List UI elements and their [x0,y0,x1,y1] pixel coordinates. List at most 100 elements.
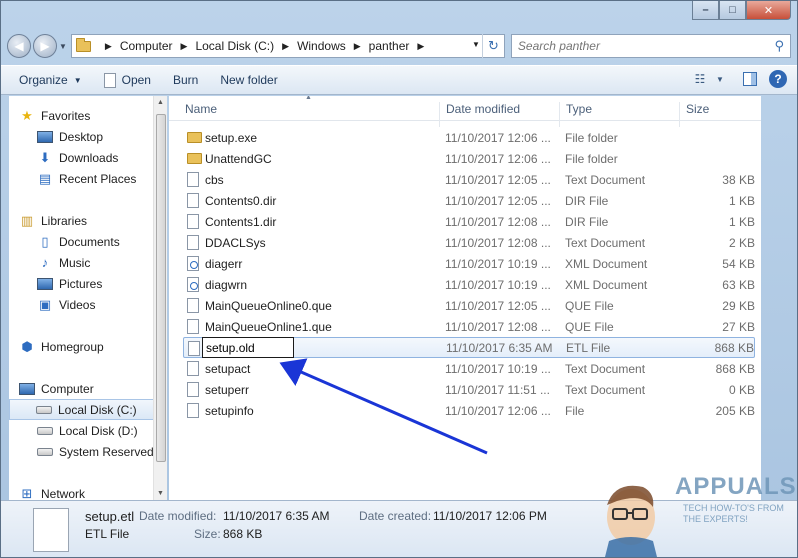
file-row[interactable]: UnattendGC 11/10/2017 12:06 ... File folde… [183,148,755,169]
file-date-modified: 11/10/2017 11:51 ... [445,382,550,397]
file-icon [187,214,199,229]
file-date-modified: 11/10/2017 12:05 ... [445,298,551,313]
file-row[interactable]: Contents0.dir 11/10/2017 12:05 ... DIR Fil… [183,190,755,211]
breadcrumb-computer[interactable]: Computer ▶ [120,39,188,53]
file-row[interactable]: setuperr 11/10/2017 11:51 ... Text Documen… [183,379,755,400]
nav-homegroup[interactable]: ⬢ Homegroup [19,336,103,357]
file-size: 38 KB [722,172,755,187]
file-date-modified: 11/10/2017 6:35 AM [446,340,553,355]
column-size[interactable]: Size [686,102,709,116]
maximize-button[interactable]: □ [719,1,746,20]
file-icon [187,235,199,250]
back-button[interactable]: ◀ [7,34,31,58]
nav-desktop[interactable]: Desktop [37,126,103,147]
file-date-modified: 11/10/2017 12:08 ... [445,235,551,250]
recent-places-icon: ▤ [38,170,52,186]
nav-recent-places[interactable]: ▤ Recent Places [37,168,137,189]
nav-pictures[interactable]: Pictures [37,273,102,294]
file-date-modified: 11/10/2017 10:19 ... [445,256,551,271]
nav-local-disk-c[interactable]: Local Disk (C:) [9,399,155,420]
breadcrumb-panther[interactable]: panther ▶ [369,39,425,53]
file-name: diagwrn [205,277,248,292]
nav-favorites[interactable]: ★ Favorites [19,105,90,126]
address-dropdown-icon[interactable]: ▼ [472,40,480,49]
file-name: setuperr [205,382,250,397]
file-icon [187,319,199,334]
file-row[interactable]: MainQueueOnline1.que 11/10/2017 12:08 ...… [183,316,755,337]
column-date-modified[interactable]: Date modified [446,102,520,116]
file-row[interactable]: setupinfo 11/10/2017 12:06 ... File 205 KB [183,400,755,421]
address-bar[interactable]: ▶ Computer ▶ Local Disk (C:) ▶ Windows ▶ pa… [70,34,505,58]
file-size: 27 KB [722,319,755,334]
file-row[interactable]: setup.exe 11/10/2017 12:06 ... File folder [183,127,755,148]
recent-pages-dropdown[interactable]: ▼ [59,42,67,51]
scroll-thumb[interactable] [156,114,166,462]
xml-file-icon [187,277,199,292]
organize-button[interactable]: Organize ▼ [19,73,82,87]
open-button[interactable]: Open [103,72,151,88]
help-icon[interactable]: ? [769,70,787,88]
nav-downloads[interactable]: ⬇ Downloads [37,147,119,168]
file-row[interactable]: setup.old 11/10/2017 6:35 AM ETL File 868 K… [183,337,755,358]
column-divider[interactable] [439,102,440,127]
file-size: 1 KB [728,193,755,208]
nav-local-disk-d[interactable]: Local Disk (D:) [37,420,138,441]
file-icon [187,361,199,376]
nav-libraries[interactable]: ▥ Libraries [19,210,87,231]
scroll-up-icon[interactable]: ▲ [157,99,164,106]
libraries-icon: ▥ [20,212,34,228]
file-type: File folder [565,151,618,166]
file-date-modified: 11/10/2017 12:05 ... [445,172,551,187]
file-size: 29 KB [722,298,755,313]
details-date-modified-label: Date modified: [139,509,217,523]
chevron-down-icon: ▼ [73,75,82,85]
file-date-modified: 11/10/2017 12:08 ... [445,214,551,229]
file-date-modified: 11/10/2017 10:19 ... [445,361,551,376]
breadcrumb-separator-root[interactable]: ▶ [97,41,112,52]
file-row[interactable]: cbs 11/10/2017 12:05 ... Text Document 38 K… [183,169,755,190]
videos-icon: ▣ [38,296,52,312]
burn-button[interactable]: Burn [173,73,198,87]
breadcrumb-local-disk-c[interactable]: Local Disk (C:) ▶ [195,39,289,53]
file-row[interactable]: setupact 11/10/2017 10:19 ... Text Documen… [183,358,755,379]
file-icon [187,298,199,313]
column-name[interactable]: Name [185,102,217,116]
file-type: DIR File [565,193,609,208]
column-type[interactable]: Type [566,102,592,116]
new-folder-button[interactable]: New folder [220,73,277,87]
navigation-pane: ★ Favorites Desktop ⬇ Downloads ▤ Recent Pl… [9,96,167,500]
file-row[interactable]: Contents1.dir 11/10/2017 12:08 ... DIR Fil… [183,211,755,232]
change-view-icon[interactable]: ☷ [691,70,709,88]
downloads-icon: ⬇ [39,149,51,165]
file-row[interactable]: MainQueueOnline0.que 11/10/2017 12:05 ...… [183,295,755,316]
drive-icon [37,426,53,435]
file-row[interactable]: DDACLSys 11/10/2017 12:08 ... Text Documen… [183,232,755,253]
nav-documents[interactable]: ▯ Documents [37,231,119,252]
nav-computer[interactable]: Computer [19,378,94,399]
column-divider[interactable] [679,102,680,127]
nav-music[interactable]: ♪ Music [37,252,91,273]
nav-system-reserved[interactable]: System Reserved [37,441,154,462]
nav-scrollbar[interactable]: ▲ ▼ [153,96,167,500]
column-divider[interactable] [559,102,560,127]
scroll-down-icon[interactable]: ▼ [157,490,164,497]
file-size: 54 KB [722,256,755,271]
minimize-button[interactable]: – [692,1,719,20]
nav-videos[interactable]: ▣ Videos [37,294,96,315]
file-date-modified: 11/10/2017 12:06 ... [445,151,551,166]
file-date-modified: 11/10/2017 12:06 ... [445,130,551,145]
search-icon[interactable]: ⚲ [774,38,784,54]
details-date-created: 11/10/2017 12:06 PM [433,509,547,523]
breadcrumb-windows[interactable]: Windows ▶ [297,39,361,53]
forward-button[interactable]: ▶ [33,34,57,58]
file-size: 63 KB [722,277,755,292]
search-input[interactable] [517,39,718,53]
file-row[interactable]: diagwrn 11/10/2017 10:19 ... XML Document 6… [183,274,755,295]
close-button[interactable]: ✕ [746,1,791,20]
nav-network[interactable]: ⊞ Network [19,483,85,500]
rename-input[interactable]: setup.old [202,337,294,358]
preview-pane-icon[interactable] [743,72,757,86]
view-options-dropdown-icon[interactable]: ▼ [711,70,729,88]
file-row[interactable]: diagerr 11/10/2017 10:19 ... XML Document 5… [183,253,755,274]
refresh-icon[interactable]: ↻ [481,34,504,58]
